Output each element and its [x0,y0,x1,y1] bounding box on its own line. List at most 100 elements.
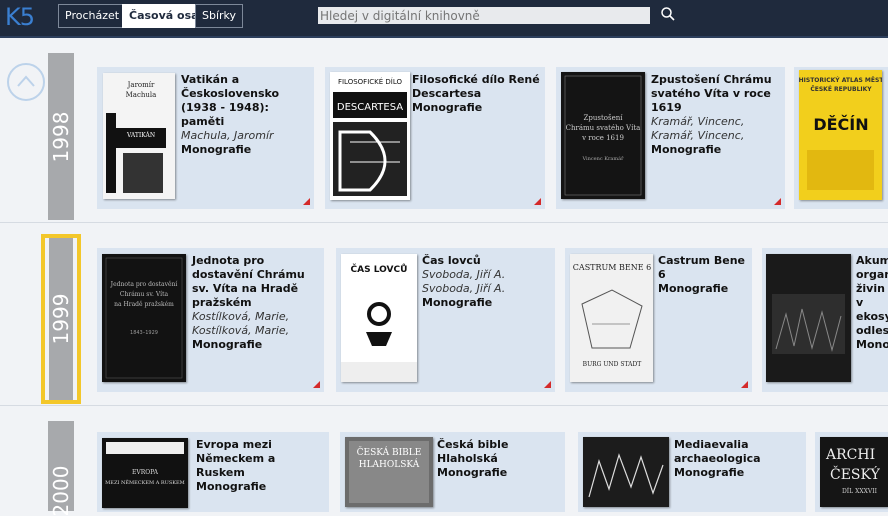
year-label: 2000 [49,465,73,516]
svg-text:ČESKÉ REPUBLIKY: ČESKÉ REPUBLIKY [810,85,872,93]
book-type: Mono [856,338,888,351]
book-card[interactable]: ČAS LOVCŮ Čas lovců Svoboda, Jiří A. Svo… [336,248,555,392]
svg-text:Jednota pro dostavění: Jednota pro dostavění [110,281,178,288]
book-authors: Svoboda, Jiří A. Svoboda, Jiří A. [422,268,506,295]
cover-image: EVROPA MEZI NĚMECKEM A RUSKEM [102,438,188,508]
book-card[interactable]: EVROPA MEZI NĚMECKEM A RUSKEM Evropa mez… [97,432,329,512]
svg-text:na Hradě pražském: na Hradě pražském [114,301,174,308]
book-card[interactable]: CASTRUM BENE 6 BURG UND STADT Castrum Be… [565,248,752,392]
book-cover[interactable]: EVROPA MEZI NĚMECKEM A RUSKEM [102,438,188,508]
book-meta: Castrum Bene 6 Monografie [658,254,750,296]
book-card[interactable]: Akum organ živin v ekosy odles Mono [762,248,888,392]
cover-image: Zpustošení Chrámu svatého Víta v roce 16… [561,72,645,199]
corner-flag-icon [741,381,748,388]
book-meta: Zpustošení Chrámu svatého Víta v roce 16… [651,73,781,157]
search-input[interactable] [318,7,650,24]
svg-text:CASTRUM BENE 6: CASTRUM BENE 6 [573,263,651,272]
svg-text:EVROPA: EVROPA [132,469,159,476]
nav-timeline[interactable]: Časová osa [122,4,206,28]
book-cover[interactable]: ČAS LOVCŮ [341,254,417,382]
book-type: Monografie [412,101,483,114]
corner-flag-icon [544,381,551,388]
book-meta: Evropa mezi Německem a Ruskem Monografie [196,438,326,494]
svg-text:v roce 1619: v roce 1619 [581,134,624,142]
book-card[interactable]: HISTORICKÝ ATLAS MĚST ČESKÉ REPUBLIKY DĚ… [794,67,888,209]
cover-image: CASTRUM BENE 6 BURG UND STADT [570,254,653,382]
logo[interactable]: K5 [5,3,35,31]
book-title[interactable]: Filosofické dílo René Descartesa [412,73,542,101]
corner-flag-icon [313,381,320,388]
scroll-up-button[interactable] [7,63,45,101]
svg-text:1843–1929: 1843–1929 [130,330,158,336]
corner-flag-icon [774,198,781,205]
book-meta: Mediaevalia archaeologica Monografie [674,438,802,480]
search-icon[interactable] [660,6,676,22]
book-cover[interactable]: Jednota pro dostavění Chrámu sv. Víta na… [102,254,186,382]
top-bar: K5 Procházet Časová osa Sbírky [0,0,888,38]
cover-image [766,254,851,382]
svg-text:ČAS LOVCŮ: ČAS LOVCŮ [351,263,408,275]
book-cover[interactable]: HISTORICKÝ ATLAS MĚST ČESKÉ REPUBLIKY DĚ… [799,70,882,200]
book-type: Monografie [192,338,263,351]
book-type: Monografie [196,480,267,493]
book-cover[interactable]: DESCARTESA FILOSOFICKÉ DÍLO [330,72,410,200]
book-type: Monografie [651,143,722,156]
year-bar-1999[interactable]: 1999 [49,238,73,400]
book-meta: Jednota pro dostavění Chrámu sv. Víta na… [192,254,322,352]
nav-collections[interactable]: Sbírky [195,4,244,28]
book-card[interactable]: Mediaevalia archaeologica Monografie [578,432,806,512]
book-type: Monografie [658,282,729,295]
svg-text:Chrámu svatého Víta: Chrámu svatého Víta [566,124,641,132]
book-card[interactable]: ARCHI ČESKÝ DÍL XXXVII [815,432,888,512]
svg-text:BURG UND STADT: BURG UND STADT [583,361,642,368]
book-card[interactable]: Jaromír Machula VATIKÁN Vatikán a Českos… [97,67,314,209]
svg-text:ČESKÁ BIBLE: ČESKÁ BIBLE [357,446,422,458]
book-type: Monografie [437,466,508,479]
book-type: Monografie [674,466,745,479]
book-type: Monografie [181,143,252,156]
book-title[interactable]: Castrum Bene 6 [658,254,750,282]
book-title[interactable]: Zpustošení Chrámu svatého Víta v roce 16… [651,73,781,115]
book-type: Monografie [422,296,493,309]
row-divider [0,222,888,223]
year-bar-1998[interactable]: 1998 [48,53,74,220]
corner-flag-icon [534,198,541,205]
svg-text:Chrámu sv. Víta: Chrámu sv. Víta [120,291,169,298]
book-title[interactable]: Mediaevalia archaeologica [674,438,802,466]
book-authors: Kostílková, Marie, Kostílková, Marie, [192,310,290,337]
book-cover[interactable] [766,254,851,382]
cover-image: Jaromír Machula VATIKÁN [103,73,175,199]
book-card[interactable]: ČESKÁ BIBLE HLAHOLSKÁ Česká bible Hlahol… [340,432,565,512]
book-meta: Vatikán a Československo (1938 - 1948): … [181,73,311,157]
chevron-up-icon [17,75,35,87]
corner-flag-icon [303,198,310,205]
svg-text:Jaromír: Jaromír [127,81,155,89]
year-label: 1999 [49,293,73,345]
year-bar-2000[interactable]: 2000 [48,421,74,516]
book-cover[interactable]: Jaromír Machula VATIKÁN [103,73,175,199]
book-authors: Kramář, Vincenc, Kramář, Vincenc, [651,115,745,142]
book-title[interactable]: Vatikán a Československo (1938 - 1948): … [181,73,311,129]
svg-text:ČESKÝ: ČESKÝ [830,465,881,483]
svg-text:HLAHOLSKÁ: HLAHOLSKÁ [359,458,420,470]
book-title[interactable]: Evropa mezi Německem a Ruskem [196,438,326,480]
book-card[interactable]: Zpustošení Chrámu svatého Víta v roce 16… [556,67,785,209]
book-title[interactable]: Akum organ živin v ekosy odles [856,254,888,338]
svg-text:HISTORICKÝ ATLAS MĚST: HISTORICKÝ ATLAS MĚST [799,76,882,84]
svg-text:DĚČÍN: DĚČÍN [813,115,868,134]
book-card[interactable]: DESCARTESA FILOSOFICKÉ DÍLO Filosofické … [325,67,545,209]
book-title[interactable]: Čas lovců [422,254,552,268]
year-label: 1998 [49,111,73,162]
book-card[interactable]: Jednota pro dostavění Chrámu sv. Víta na… [97,248,324,392]
nav-browse[interactable]: Procházet [58,4,127,28]
cover-image: HISTORICKÝ ATLAS MĚST ČESKÉ REPUBLIKY DĚ… [799,70,882,200]
book-meta: Čas lovců Svoboda, Jiří A. Svoboda, Jiří… [422,254,552,310]
book-cover[interactable]: CASTRUM BENE 6 BURG UND STADT [570,254,653,382]
svg-text:Machula: Machula [126,91,157,99]
book-title[interactable]: Jednota pro dostavění Chrámu sv. Víta na… [192,254,322,310]
book-cover[interactable]: Zpustošení Chrámu svatého Víta v roce 16… [561,72,645,199]
svg-text:Vincenc Kramář: Vincenc Kramář [582,155,625,162]
cover-image: ČAS LOVCŮ [341,254,417,382]
svg-text:DESCARTESA: DESCARTESA [337,102,403,113]
book-title[interactable]: Česká bible Hlaholská [437,438,565,466]
